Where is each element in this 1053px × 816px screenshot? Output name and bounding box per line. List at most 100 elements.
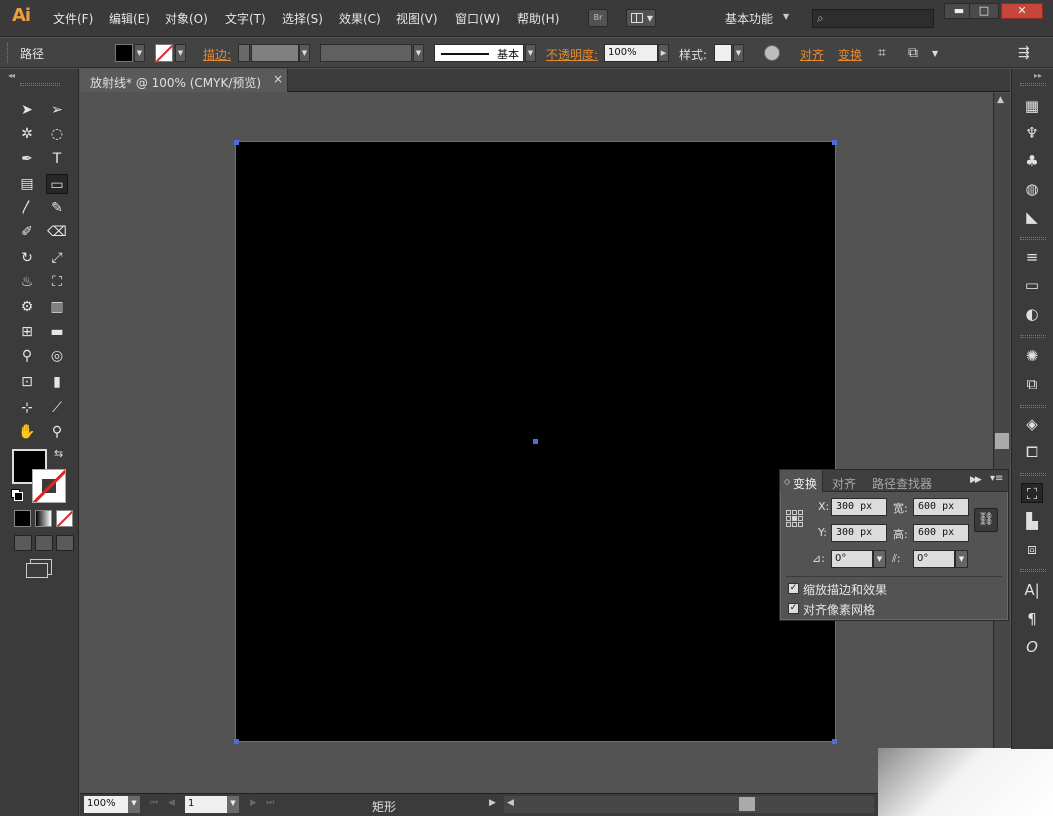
line-segment-tool-icon[interactable]: ▤ [16,174,38,194]
ref-point-bc[interactable] [792,522,797,527]
vertical-scroll-thumb[interactable] [995,433,1009,449]
status-menu-icon[interactable]: ▶ [489,798,496,808]
shape-builder-tool-icon[interactable]: ⚙ [16,297,38,317]
fill-color-swatch[interactable] [115,44,133,62]
height-field[interactable]: 600 px [913,524,969,542]
anchor-point-bottom-left[interactable] [234,739,239,744]
dock-grip[interactable] [1020,473,1046,476]
reference-point-locator[interactable] [786,510,804,528]
menu-edit[interactable]: 编辑(E) [109,10,150,27]
tab-pathfinder[interactable]: 路径查找器 [872,475,932,492]
brush-dropdown[interactable]: ▼ [525,44,536,62]
selection-tool-icon[interactable]: ➤ [16,100,38,120]
free-transform-tool-icon[interactable]: ⛶ [46,272,68,292]
tools-panel-grip[interactable] [20,83,60,86]
zoom-dropdown[interactable]: ▼ [128,796,140,813]
pencil-tool-icon[interactable]: ✎ [46,198,68,218]
width-field[interactable]: 600 px [913,498,969,516]
stroke-label-link[interactable]: 描边: [203,46,231,63]
warp-tool-icon[interactable]: ♨ [16,272,38,292]
symbols-panel-icon[interactable]: ♣ [1021,151,1043,171]
envelope-distort-icon[interactable]: ⧉ [908,45,918,61]
pathfinder-panel-icon[interactable]: ⧈ [1021,539,1043,559]
collapse-panel-icon[interactable]: ▶▶ [970,475,982,485]
paragraph-panel-icon[interactable]: ¶ [1021,609,1043,629]
export-panel-icon[interactable]: ⧉ [1021,374,1043,394]
scroll-left-icon[interactable]: ◀ [507,798,514,808]
pen-tool-icon[interactable]: ✒ [16,149,38,169]
maximize-button[interactable]: □ [969,3,999,19]
brush-definition-field[interactable]: 基本 [434,44,524,62]
rotate-field[interactable]: 0° [831,550,873,568]
menu-file[interactable]: 文件(F) [53,10,93,27]
scroll-up-icon[interactable]: ▲ [997,95,1004,105]
menu-effect[interactable]: 效果(C) [339,10,381,27]
scale-strokes-checkbox[interactable]: ✓ [788,583,799,594]
character-panel-icon[interactable]: A| [1021,580,1043,600]
eyedropper-tool-icon[interactable]: ⚲ [16,346,38,366]
artboard-tool-icon[interactable]: ⊹ [16,398,38,418]
first-artboard-icon[interactable]: ⏮ [150,798,158,808]
align-panel-icon[interactable]: ▙ [1021,511,1043,531]
brushes-panel-icon[interactable]: ♆ [1021,123,1043,143]
opentype-panel-icon[interactable]: O [1021,637,1043,657]
workspace-switcher[interactable]: 基本功能 [725,10,773,27]
status-text[interactable]: 矩形 [372,798,396,815]
close-tab-icon[interactable]: × [273,72,283,86]
ref-point-mr[interactable] [798,516,803,521]
shear-dropdown[interactable]: ▼ [955,550,968,568]
mesh-tool-icon[interactable]: ⊞ [16,322,38,342]
menu-object[interactable]: 对象(O) [165,10,208,27]
direct-selection-tool-icon[interactable]: ➢ [46,100,68,120]
none-mode-button[interactable] [56,510,73,527]
zoom-level-field[interactable]: 100% [84,796,128,813]
lasso-tool-icon[interactable]: ◌ [46,124,68,144]
column-graph-tool-icon[interactable]: ▮ [46,372,68,392]
document-tab[interactable]: 放射线* @ 100% (CMYK/预览) × [80,69,288,92]
expand-panels-icon[interactable]: ▸▸ [1034,71,1042,80]
y-position-field[interactable]: 300 px [831,524,887,542]
stroke-color-swatch[interactable] [155,44,173,62]
opacity-field[interactable]: 100% [604,44,658,62]
color-guide-panel-icon[interactable]: ✺ [1021,346,1043,366]
menu-view[interactable]: 视图(V) [396,10,438,27]
ref-point-tl[interactable] [786,510,791,515]
opacity-label-link[interactable]: 不透明度: [546,46,598,63]
perspective-grid-tool-icon[interactable]: ▥ [46,297,68,317]
search-input[interactable]: ⌕ [812,9,934,28]
dock-grip[interactable] [1020,237,1046,240]
tab-transform[interactable]: 变换 [793,475,817,492]
artboard-dropdown[interactable]: ▼ [227,796,239,813]
stroke-color-box[interactable] [32,469,66,503]
ref-point-ml[interactable] [786,516,791,521]
center-point[interactable] [533,439,538,444]
gradient-mode-button[interactable] [35,510,52,527]
fill-dropdown[interactable]: ▼ [134,44,145,62]
ref-point-tc[interactable] [792,510,797,515]
draw-inside-button[interactable] [56,535,74,551]
anchor-point-top-left[interactable] [234,140,239,145]
opacity-dropdown[interactable]: ▶ [658,44,669,62]
menu-type[interactable]: 文字(T) [225,10,266,27]
stroke-weight-field[interactable] [251,44,299,62]
tab-align[interactable]: 对齐 [832,475,856,492]
slice-tool-icon[interactable]: ⟋ [46,398,68,418]
layers-panel-icon[interactable]: ◈ [1021,414,1043,434]
dock-grip[interactable] [1020,405,1046,408]
hand-tool-icon[interactable]: ✋ [16,422,38,442]
magic-wand-tool-icon[interactable]: ✲ [16,124,38,144]
previous-artboard-icon[interactable]: ◀ [168,798,175,808]
anchor-point-bottom-right[interactable] [832,739,837,744]
tab-expand-icon[interactable]: ◇ [784,477,790,486]
dock-grip[interactable] [1020,569,1046,572]
gradient-tool-icon[interactable]: ▬ [46,322,68,342]
swap-fill-stroke-icon[interactable]: ⇆ [54,447,63,460]
chevron-down-icon[interactable]: ▼ [932,49,938,58]
color-mode-button[interactable] [14,510,31,527]
blob-brush-tool-icon[interactable]: ✐ [16,222,38,242]
graphic-styles-panel-icon[interactable]: ◍ [1021,179,1043,199]
ref-point-tr[interactable] [798,510,803,515]
panel-options-icon[interactable]: ▾≡ [990,473,1003,484]
artboard-number-field[interactable]: 1 [185,796,227,813]
align-pixel-grid-checkbox[interactable]: ✓ [788,603,799,614]
